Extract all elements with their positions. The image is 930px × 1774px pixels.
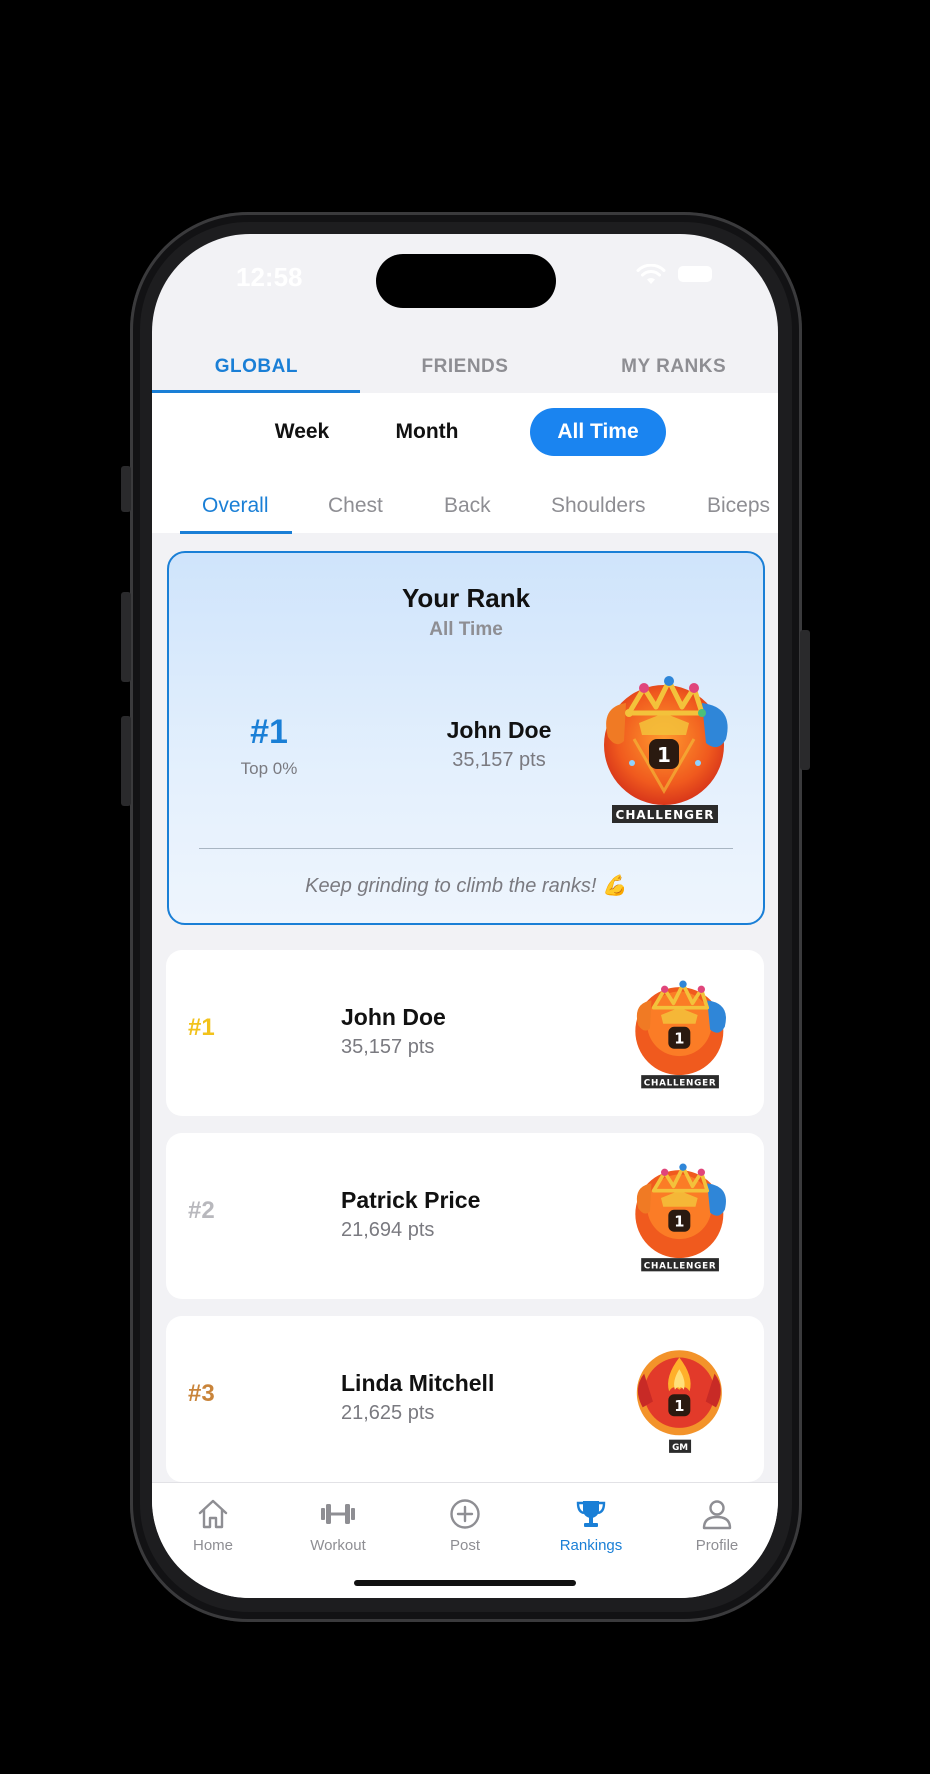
dumbbell-icon [321,1504,355,1524]
badge-number: 1 [674,1031,684,1048]
person-icon [702,1500,732,1530]
challenger-badge-icon: 1 CHALLENGER [604,676,728,823]
category-underline [180,531,292,534]
home-indicator[interactable] [354,1580,576,1586]
volume-down-button [121,716,131,806]
home-icon [198,1499,228,1529]
period-month-button[interactable]: Month [362,408,492,456]
nav-workout[interactable]: Workout [283,1497,393,1554]
badge-number: 1 [657,743,671,767]
your-rank-card: Your Rank All Time #1 Top 0% John Doe 35… [167,551,765,925]
your-rank-title: Your Rank [401,583,531,613]
tab-global[interactable]: GLOBAL [152,334,361,394]
your-rank-number: #1 [250,713,288,751]
row-points: 35,157 pts [341,1036,435,1058]
status-bar: 12:58 [152,234,778,324]
period-all-time-button[interactable]: All Time [530,408,666,456]
app-screen: 12:58 GLOBAL FRIENDS MY RANKS Week Month… [152,234,778,1598]
grandmaster-badge-icon: 1 GM [636,1350,722,1453]
badge-label: GM [672,1443,688,1453]
power-button [800,630,810,770]
leaderboard-row[interactable]: #3 Linda Mitchell 21,625 pts 1 GM [166,1316,764,1482]
row-rank: #3 [188,1380,215,1407]
leaderboard-row[interactable]: #2 Patrick Price 21,694 pts 1 CHALLENGER [166,1133,764,1299]
row-points: 21,694 pts [341,1219,435,1241]
trophy-icon [576,1501,606,1527]
card-divider [199,848,733,849]
leaderboard-row[interactable]: #1 John Doe 35,157 pts 1 CHALLENGER [166,950,764,1116]
nav-home-label: Home [192,1537,233,1554]
category-overall[interactable]: Overall [202,494,269,518]
nav-rankings-label: Rankings [559,1537,623,1554]
category-biceps[interactable]: Biceps [707,494,770,518]
period-selector: Week Month All Time [242,408,702,456]
nav-home[interactable]: Home [158,1497,268,1554]
row-name: John Doe [341,1004,446,1030]
nav-rankings[interactable]: Rankings [536,1497,646,1554]
dynamic-island [376,254,556,308]
period-week-button[interactable]: Week [242,408,362,456]
your-rank-period: All Time [429,619,503,640]
challenger-badge-icon: 1 CHALLENGER [635,1163,726,1271]
badge-label: CHALLENGER [644,1078,717,1088]
volume-up-button [121,592,131,682]
badge-label: CHALLENGER [644,1261,717,1271]
category-chest[interactable]: Chest [328,494,383,518]
row-points: 21,625 pts [341,1402,435,1424]
nav-post[interactable]: Post [410,1497,520,1554]
nav-post-label: Post [449,1537,480,1554]
row-rank: #2 [188,1197,215,1224]
tab-friends[interactable]: FRIENDS [361,334,570,394]
badge-number: 1 [674,1214,684,1231]
action-button [121,466,131,512]
battery-icon [678,266,712,282]
your-top-percent: Top 0% [240,759,298,778]
category-shoulders[interactable]: Shoulders [551,494,646,518]
category-back[interactable]: Back [444,494,491,518]
motivation-message: Keep grinding to climb the ranks! 💪 [305,875,627,897]
badge-label: CHALLENGER [616,808,715,822]
plus-circle-icon [450,1499,480,1529]
nav-profile-label: Profile [695,1537,739,1554]
wifi-icon [636,264,666,284]
row-name: Linda Mitchell [341,1370,495,1396]
your-points: 35,157 pts [452,749,546,771]
your-name: John Doe [446,717,552,743]
challenger-badge-icon: 1 CHALLENGER [635,980,726,1088]
nav-workout-label: Workout [310,1537,366,1554]
row-rank: #1 [188,1014,215,1041]
scope-tabs: GLOBAL FRIENDS MY RANKS [152,334,778,394]
tab-my-ranks[interactable]: MY RANKS [569,334,778,394]
status-time: 12:58 [236,262,303,292]
badge-number: 1 [674,1398,684,1415]
nav-profile[interactable]: Profile [662,1497,772,1554]
row-name: Patrick Price [341,1187,481,1213]
category-tabs: Overall Chest Back Shoulders Biceps [152,484,778,532]
